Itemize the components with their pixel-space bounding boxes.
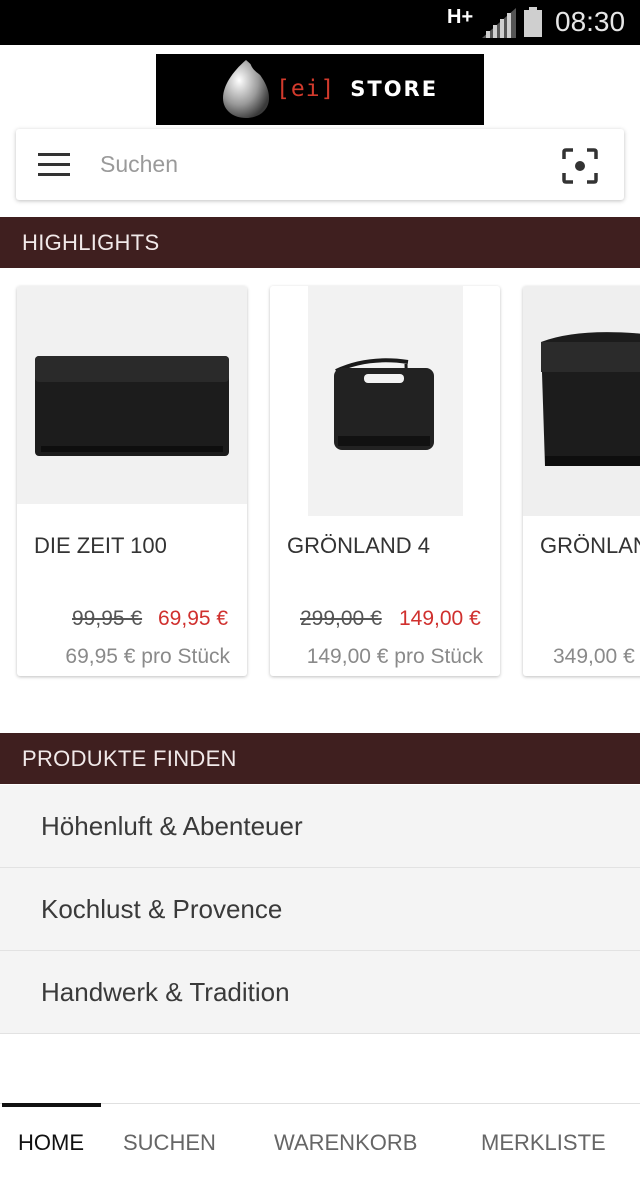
tab-search[interactable]: SUCHEN <box>123 1104 216 1182</box>
sale-price: 149,00 € <box>399 607 481 630</box>
product-card[interactable]: DIE ZEIT 100 99,95 € 69,95 € 69,95 € pro… <box>17 286 247 676</box>
tab-home[interactable]: HOME <box>18 1104 84 1182</box>
product-card[interactable]: GRÖNLAND 4 299,00 € 149,00 € 149,00 € pr… <box>270 286 500 676</box>
status-bar: H+ 08:30 <box>0 0 640 45</box>
battery-icon <box>524 7 542 37</box>
product-name: DIE ZEIT 100 <box>34 533 167 558</box>
tab-wishlist[interactable]: MERKLISTE <box>481 1104 606 1182</box>
product-card[interactable]: GRÖNLAN 349,00 € <box>523 286 640 676</box>
category-item[interactable]: Höhenluft & Abenteuer <box>0 785 640 868</box>
product-name: GRÖNLAN <box>540 533 640 558</box>
unit-price: 69,95 € pro Stück <box>65 645 230 668</box>
hamburger-menu-icon[interactable] <box>38 153 70 177</box>
unit-price: 149,00 € pro Stück <box>306 645 483 668</box>
product-image <box>308 286 463 516</box>
signal-icon <box>482 8 516 38</box>
find-products-header: PRODUKTE FINDEN <box>0 733 640 784</box>
store-logo: [ei] STORE <box>156 54 484 125</box>
search-bar[interactable]: Suchen <box>16 129 624 200</box>
highlights-header: HIGHLIGHTS <box>0 217 640 268</box>
bottom-tab-bar: HOME SUCHEN WARENKORB MERKLISTE <box>0 1103 640 1182</box>
tab-cart[interactable]: WARENKORB <box>274 1104 417 1182</box>
logo-bracket-text: [ei] <box>276 76 336 102</box>
search-input[interactable]: Suchen <box>100 151 178 178</box>
product-image <box>523 286 640 516</box>
network-type: H+ <box>447 6 474 28</box>
category-item[interactable]: Kochlust & Provence <box>0 868 640 951</box>
product-image <box>17 286 247 504</box>
sale-price: 69,95 € <box>158 607 229 630</box>
product-name: GRÖNLAND 4 <box>287 533 431 558</box>
clock: 08:30 <box>555 6 626 37</box>
scan-icon[interactable] <box>561 147 599 185</box>
category-item[interactable]: Handwerk & Tradition <box>0 951 640 1034</box>
category-list: Höhenluft & Abenteuer Kochlust & Provenc… <box>0 785 640 1034</box>
egg-logo-icon <box>223 60 269 118</box>
old-price: 99,95 € <box>72 607 143 630</box>
logo-store-text: STORE <box>350 77 439 101</box>
unit-price: 349,00 € <box>553 645 635 668</box>
old-price: 299,00 € <box>300 607 382 630</box>
highlights-carousel[interactable]: DIE ZEIT 100 99,95 € 69,95 € 69,95 € pro… <box>0 284 640 684</box>
